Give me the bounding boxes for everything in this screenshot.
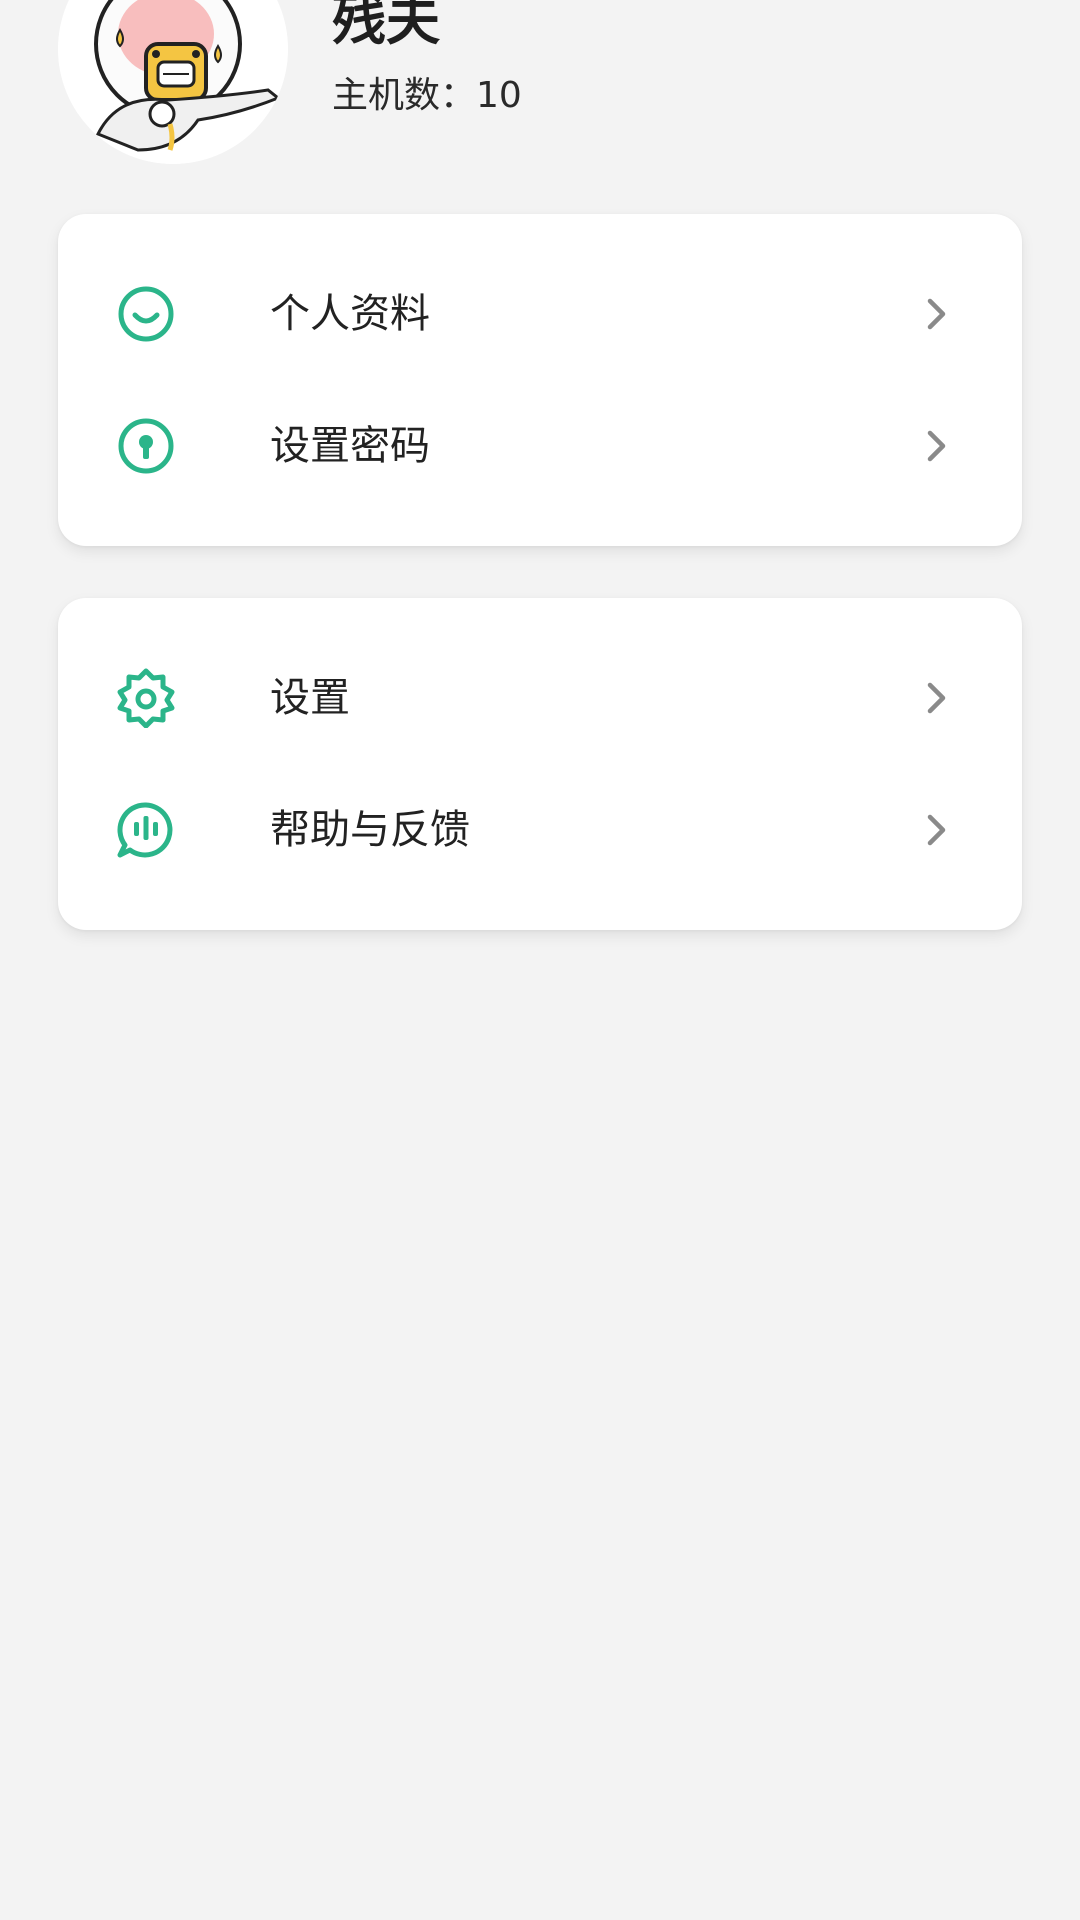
app-card: 设置 帮助与反馈 (58, 598, 1022, 930)
menu-label: 帮助与反馈 (270, 807, 470, 853)
avatar-illustration (58, 0, 288, 164)
menu-item-settings[interactable]: 设置 (58, 638, 1022, 758)
menu-item-profile[interactable]: 个人资料 (58, 254, 1022, 374)
profile-header: 残夫 主机数：10 (0, 0, 1080, 180)
keyhole-icon (116, 416, 176, 476)
gear-icon (116, 668, 176, 728)
smile-icon (116, 284, 176, 344)
avatar[interactable] (58, 0, 288, 164)
host-count: 主机数：10 (332, 75, 522, 116)
chevron-right-icon (914, 676, 958, 720)
chevron-right-icon (914, 808, 958, 852)
menu-label: 个人资料 (270, 291, 430, 337)
menu-item-help-feedback[interactable]: 帮助与反馈 (58, 770, 1022, 890)
menu-label: 设置密码 (270, 423, 430, 469)
username: 残夫 (332, 0, 440, 52)
menu-item-set-password[interactable]: 设置密码 (58, 386, 1022, 506)
chevron-right-icon (914, 292, 958, 336)
account-card: 个人资料 设置密码 (58, 214, 1022, 546)
menu-label: 设置 (270, 675, 350, 721)
chevron-right-icon (914, 424, 958, 468)
feedback-icon (116, 800, 176, 860)
